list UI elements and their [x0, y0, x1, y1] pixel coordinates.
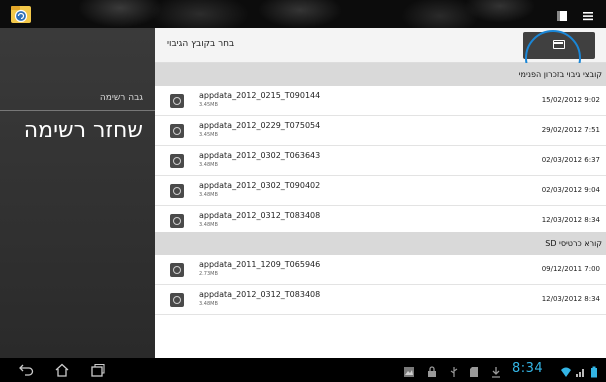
file-date: 29/02/2012 7:51 [541, 126, 600, 134]
action-bar [0, 0, 606, 28]
lock-icon [426, 363, 438, 382]
file-date: 02/03/2012 9:04 [541, 186, 600, 194]
section-header-internal: קובצי גיבוי בזכרון הפנימי [155, 63, 606, 86]
page-title: בחר בקובץ הגיבוי [167, 39, 235, 49]
left-panel: גבה רשימה שחזר רשימה [0, 28, 155, 358]
file-size: 3.45MB [199, 132, 218, 138]
wifi-icon [560, 363, 572, 382]
file-icon [170, 94, 184, 108]
menu-icon[interactable] [582, 7, 594, 26]
sd-icon [469, 363, 479, 382]
app-icon[interactable] [10, 3, 32, 25]
home-icon[interactable] [54, 362, 70, 381]
file-name: appdata_2012_0312_T083408 [199, 290, 321, 299]
divider [0, 110, 155, 111]
file-row[interactable]: appdata_2012_0312_T083408 3.48MB 12/03/2… [155, 285, 606, 315]
file-row[interactable]: appdata_2011_1209_T065946 2.73MB 09/12/2… [155, 255, 606, 285]
clock[interactable]: 8:34 [512, 361, 543, 376]
file-name: appdata_2012_0312_T083408 [199, 211, 321, 220]
file-size: 3.48MB [199, 222, 218, 228]
file-row[interactable]: appdata_2012_0302_T090402 3.48MB 02/03/2… [155, 176, 606, 206]
gallery-icon [403, 363, 415, 382]
file-row[interactable]: appdata_2012_0302_T063643 3.48MB 02/03/2… [155, 146, 606, 176]
section-label: קובצי גיבוי בזכרון הפנימי [518, 70, 602, 79]
file-date: 09/12/2011 7:00 [541, 265, 600, 273]
file-size: 3.48MB [199, 162, 218, 168]
file-icon [170, 214, 184, 228]
system-bar: 8:34 [0, 358, 606, 380]
file-size: 3.45MB [199, 102, 218, 108]
file-name: appdata_2012_0215_T090144 [199, 91, 321, 100]
file-icon [170, 124, 184, 138]
section-label: קורא כרטיסי SD [545, 239, 602, 248]
file-size: 3.48MB [199, 301, 218, 307]
file-date: 15/02/2012 9:02 [541, 96, 600, 104]
file-date: 02/03/2012 6:37 [541, 156, 600, 164]
file-icon [170, 293, 184, 307]
file-date: 12/03/2012 8:34 [541, 216, 600, 224]
section-header-sd: קורא כרטיסי SD [155, 232, 606, 255]
restore-list-item[interactable]: שחזר רשימה [24, 118, 143, 143]
main-content: בחר בקובץ הגיבוי קובצי גיבוי בזכרון הפני… [155, 28, 606, 358]
file-name: appdata_2012_0302_T063643 [199, 151, 321, 160]
file-icon [170, 184, 184, 198]
file-size: 2.73MB [199, 271, 218, 277]
file-row[interactable]: appdata_2012_0215_T090144 3.45MB 15/02/2… [155, 86, 606, 116]
window-icon[interactable] [556, 7, 568, 26]
battery-icon [590, 363, 598, 382]
back-icon[interactable] [18, 362, 34, 381]
signal-icon [575, 363, 587, 382]
file-date: 12/03/2012 8:34 [541, 295, 600, 303]
file-row[interactable]: appdata_2012_0229_T075054 3.45MB 29/02/2… [155, 116, 606, 146]
backup-list-item[interactable]: גבה רשימה [100, 93, 143, 103]
file-icon [170, 154, 184, 168]
recent-apps-icon[interactable] [90, 362, 106, 381]
file-name: appdata_2011_1209_T065946 [199, 260, 321, 269]
file-name: appdata_2012_0229_T075054 [199, 121, 321, 130]
download-icon [490, 363, 502, 382]
file-icon [170, 263, 184, 277]
file-size: 3.48MB [199, 192, 218, 198]
file-name: appdata_2012_0302_T090402 [199, 181, 321, 190]
usb-icon [449, 363, 459, 382]
content-header: בחר בקובץ הגיבוי [155, 28, 606, 86]
